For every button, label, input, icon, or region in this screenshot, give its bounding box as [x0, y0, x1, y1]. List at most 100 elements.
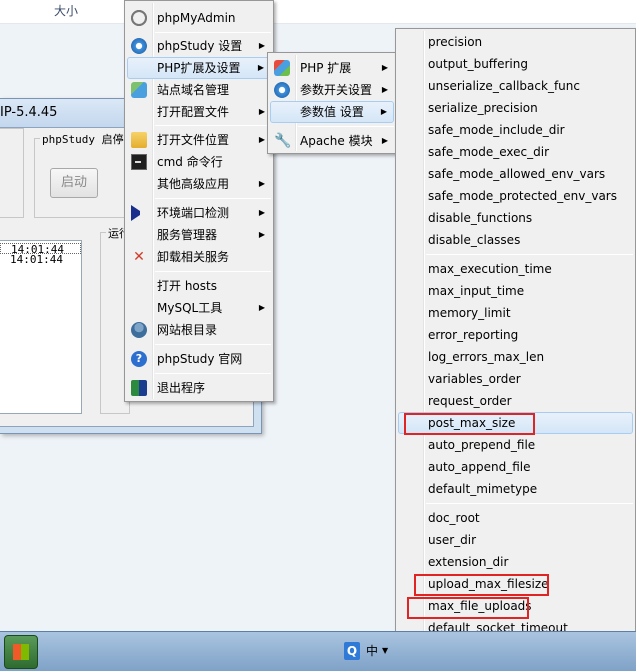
- submenu-arrow-icon: ▶: [258, 179, 265, 188]
- param-precision[interactable]: precision: [398, 31, 633, 53]
- param-variables-order[interactable]: variables_order: [398, 368, 633, 390]
- param-safe-mode-include-dir[interactable]: safe_mode_include_dir: [398, 119, 633, 141]
- left-panel: [0, 128, 24, 218]
- menu-item-php-extension[interactable]: PHP 扩展 ▶: [270, 57, 394, 79]
- menu-item-label: PHP 扩展: [300, 61, 352, 75]
- menu-separator: [298, 126, 394, 127]
- menu-separator: [426, 254, 633, 255]
- param-memory-limit[interactable]: memory_limit: [398, 302, 633, 324]
- menu-item-label: 其他高级应用: [157, 177, 230, 191]
- menu-item-open-hosts[interactable]: 打开 hosts: [127, 275, 271, 297]
- submenu-arrow-icon: ▶: [258, 107, 265, 116]
- window-title: IP-5.4.45: [0, 105, 58, 120]
- param-error-reporting[interactable]: error_reporting: [398, 324, 633, 346]
- log-list[interactable]: 14:01:44 14:01:44: [0, 240, 82, 414]
- menu-item-label: 参数值 设置: [300, 105, 364, 119]
- input-language[interactable]: 中: [366, 642, 378, 660]
- menu-separator: [155, 373, 271, 374]
- submenu-arrow-icon: ▶: [381, 136, 388, 145]
- menu-separator: [155, 271, 271, 272]
- menu-item-param-values[interactable]: 参数值 设置 ▶: [270, 101, 394, 123]
- submenu-arrow-icon: ▶: [258, 303, 265, 312]
- menu-item-label: 服务管理器: [157, 228, 218, 242]
- highlight-max-file-uploads: [407, 597, 529, 619]
- menu-item-label: 卸载相关服务: [157, 250, 230, 264]
- menu-item-label: 参数开关设置: [300, 83, 373, 97]
- menu-item-label: phpMyAdmin: [157, 11, 236, 25]
- param-safe-mode-exec-dir[interactable]: safe_mode_exec_dir: [398, 141, 633, 163]
- menu-item-exit[interactable]: 退出程序: [127, 377, 271, 399]
- param-disable-functions[interactable]: disable_functions: [398, 207, 633, 229]
- folder-icon: [131, 132, 147, 148]
- param-max-input-time[interactable]: max_input_time: [398, 280, 633, 302]
- submenu-arrow-icon: ▶: [380, 107, 387, 116]
- param-output-buffering[interactable]: output_buffering: [398, 53, 633, 75]
- menu-item-site-domains[interactable]: 站点域名管理: [127, 79, 271, 101]
- menu-item-cmd[interactable]: cmd 命令行: [127, 151, 271, 173]
- param-extension-dir[interactable]: extension_dir: [398, 551, 633, 573]
- param-log-errors-max-len[interactable]: log_errors_max_len: [398, 346, 633, 368]
- param-disable-classes[interactable]: disable_classes: [398, 229, 633, 251]
- exit-icon: [131, 380, 147, 396]
- menu-item-label: 打开 hosts: [157, 279, 217, 293]
- menu-item-open-location[interactable]: 打开文件位置 ▶: [127, 129, 271, 151]
- menu-item-label: 网站根目录: [157, 323, 218, 337]
- start-button[interactable]: 启动: [50, 168, 98, 198]
- help-icon: ?: [131, 351, 147, 367]
- menu-item-service-manager[interactable]: 服务管理器 ▶: [127, 224, 271, 246]
- ime-icon[interactable]: Q: [344, 642, 360, 660]
- menu-item-web-root[interactable]: 网站根目录: [127, 319, 271, 341]
- menu-item-phpstudy-settings[interactable]: phpStudy 设置 ▶: [127, 35, 271, 57]
- gear-icon: [131, 38, 147, 54]
- menu-item-official-site[interactable]: ? phpStudy 官网: [127, 348, 271, 370]
- menu-separator: [155, 198, 271, 199]
- cmd-icon: [131, 154, 147, 170]
- submenu-arrow-icon: ▶: [381, 63, 388, 72]
- param-max-execution-time[interactable]: max_execution_time: [398, 258, 633, 280]
- submenu-arrow-icon: ▶: [258, 41, 265, 50]
- param-auto-prepend-file[interactable]: auto_prepend_file: [398, 434, 633, 456]
- menu-item-open-config[interactable]: 打开配置文件 ▶: [127, 101, 271, 123]
- menu-item-label: cmd 命令行: [157, 155, 223, 169]
- menu-separator: [155, 344, 271, 345]
- submenu-arrow-icon: ▶: [257, 63, 264, 72]
- menu-item-label: 站点域名管理: [157, 83, 230, 97]
- package-icon: [274, 60, 290, 76]
- param-serialize-precision[interactable]: serialize_precision: [398, 97, 633, 119]
- menu-separator: [155, 125, 271, 126]
- explorer-header-strip: 大小: [0, 0, 636, 24]
- uninstall-icon: ✕: [133, 249, 145, 265]
- menu-separator: [426, 503, 633, 504]
- menu-item-php-extensions[interactable]: PHP扩展及设置 ▶: [127, 57, 271, 79]
- param-doc-root[interactable]: doc_root: [398, 507, 633, 529]
- menu-item-uninstall-services[interactable]: ✕ 卸载相关服务: [127, 246, 271, 268]
- wrench-icon: 🔧: [274, 133, 292, 149]
- menu-item-mysql-tools[interactable]: MySQL工具 ▶: [127, 297, 271, 319]
- log-line[interactable]: 14:01:44: [0, 254, 81, 265]
- menu-item-label: 打开配置文件: [157, 105, 230, 119]
- param-unserialize-callback-func[interactable]: unserialize_callback_func: [398, 75, 633, 97]
- param-safe-mode-protected-env-vars[interactable]: safe_mode_protected_env_vars: [398, 185, 633, 207]
- menu-item-param-switches[interactable]: 参数开关设置 ▶: [270, 79, 394, 101]
- highlight-upload-max-filesize: [414, 574, 549, 596]
- menu-item-label: phpStudy 设置: [157, 39, 243, 53]
- param-request-order[interactable]: request_order: [398, 390, 633, 412]
- menu-item-label: MySQL工具: [157, 301, 223, 315]
- globe-doc-icon: [131, 82, 147, 98]
- param-safe-mode-allowed-env-vars[interactable]: safe_mode_allowed_env_vars: [398, 163, 633, 185]
- menu-item-label: 退出程序: [157, 381, 206, 395]
- menu-item-apache-modules[interactable]: 🔧 Apache 模块 ▶: [270, 130, 394, 152]
- param-default-mimetype[interactable]: default_mimetype: [398, 478, 633, 500]
- menu-item-phpmyadmin[interactable]: phpMyAdmin: [127, 7, 271, 29]
- menu-item-port-check[interactable]: 环境端口检测 ▶: [127, 202, 271, 224]
- menu-item-advanced[interactable]: 其他高级应用 ▶: [127, 173, 271, 195]
- param-user-dir[interactable]: user_dir: [398, 529, 633, 551]
- chevron-down-icon[interactable]: ▼: [382, 642, 388, 660]
- start-button[interactable]: [4, 635, 38, 669]
- menu-item-label: phpStudy 官网: [157, 352, 243, 366]
- size-column-header[interactable]: 大小: [54, 2, 78, 19]
- param-auto-append-file[interactable]: auto_append_file: [398, 456, 633, 478]
- phpstudy-context-menu: phpMyAdmin phpStudy 设置 ▶ PHP扩展及设置 ▶ 站点域名…: [124, 0, 274, 402]
- glasses-icon: [131, 10, 147, 26]
- highlight-post-max-size: [404, 413, 535, 435]
